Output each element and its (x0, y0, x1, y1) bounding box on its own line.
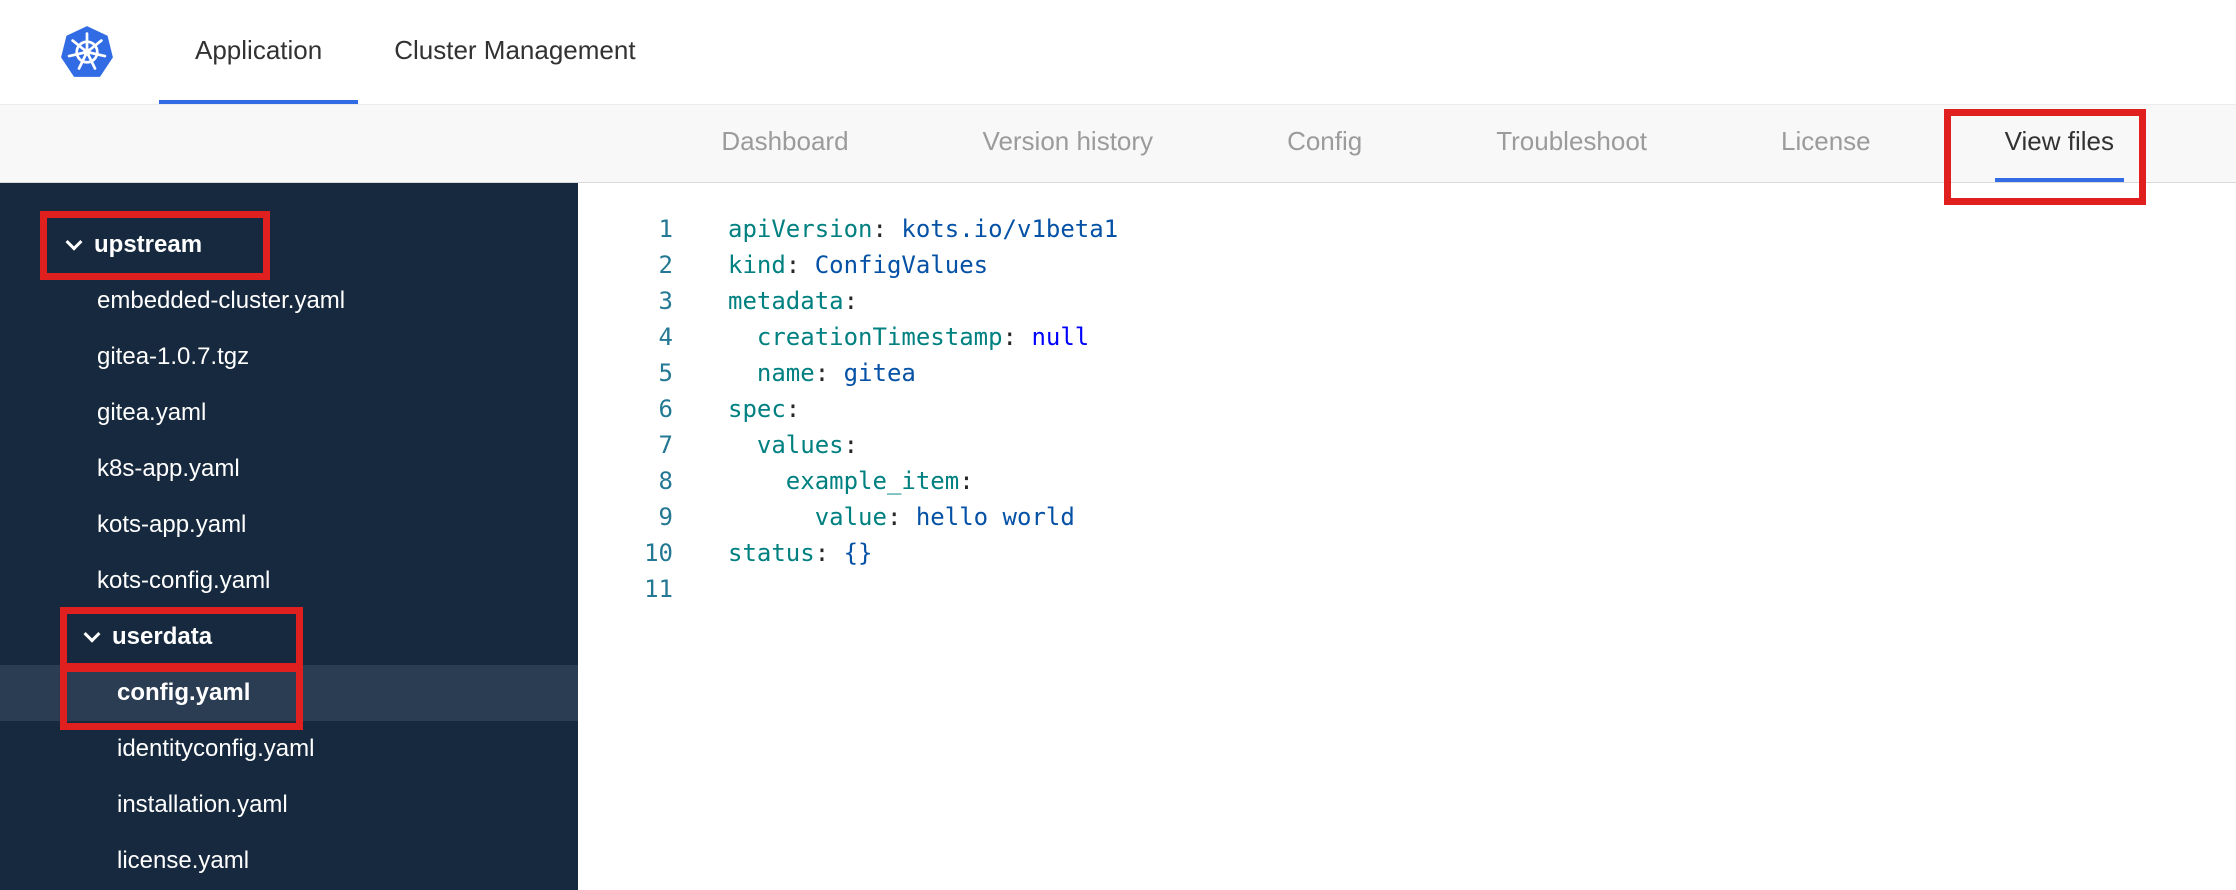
code-line: 7 values: (578, 427, 2236, 463)
line-code: values: (756, 431, 859, 459)
chevron-down-icon (65, 233, 83, 251)
line-code: value: hello world (814, 503, 1075, 531)
code-line: 3 metadata: (578, 283, 2236, 319)
tree-item-label: identityconfig.yaml (117, 735, 315, 762)
line-number: 4 (658, 323, 673, 351)
code-line: 6 spec: (578, 391, 2236, 427)
tab-cluster-management[interactable]: Cluster Management (358, 0, 671, 104)
top-header: Application Cluster Management (0, 0, 2236, 105)
line-number: 5 (658, 359, 673, 387)
line-number: 1 (658, 215, 673, 243)
line-code: metadata: (728, 287, 859, 315)
chevron-down-icon (83, 625, 101, 643)
file-embedded-cluster-yaml[interactable]: embedded-cluster.yaml (0, 273, 578, 329)
editor-lines: 1 apiVersion: kots.io/v1beta1 2 kind: Confi… (578, 211, 2236, 607)
subnav-item-dashboard[interactable]: Dashboard (711, 105, 858, 182)
file-tree: upstream embedded-cluster.yaml gitea-1.0.7… (0, 183, 578, 890)
tree-item-label: gitea-1.0.7.tgz (97, 343, 250, 370)
code-line: 2 kind: ConfigValues (578, 247, 2236, 283)
tree-item-label: k8s-app.yaml (97, 455, 240, 482)
code-editor[interactable]: 1 apiVersion: kots.io/v1beta1 2 kind: Confi… (578, 183, 2236, 890)
tree-item-label: gitea.yaml (97, 399, 207, 426)
file-kots-config-yaml[interactable]: kots-config.yaml (0, 553, 578, 609)
app-tabs: Application Cluster Management (159, 0, 672, 104)
tree-item-label: userdata (112, 623, 213, 650)
tree-item-label: upstream (94, 231, 203, 258)
line-number: 7 (658, 431, 673, 459)
tree-item-label: config.yaml (117, 679, 251, 706)
code-line: 4 creationTimestamp: null (578, 319, 2236, 355)
file-k8s-app-yaml[interactable]: k8s-app.yaml (0, 441, 578, 497)
line-number: 6 (658, 395, 673, 423)
line-code: status: {} (728, 539, 873, 567)
folder-upstream[interactable]: upstream (0, 217, 578, 273)
line-code: kind: ConfigValues (728, 251, 989, 279)
file-gitea-yaml[interactable]: gitea.yaml (0, 385, 578, 441)
subnav-item-config[interactable]: Config (1277, 105, 1372, 182)
kubernetes-logo (60, 0, 114, 104)
line-number: 9 (658, 503, 673, 531)
line-code: creationTimestamp: null (756, 323, 1090, 351)
code-line: 1 apiVersion: kots.io/v1beta1 (578, 211, 2236, 247)
line-code: apiVersion: kots.io/v1beta1 (728, 215, 1119, 243)
subnav-item-view-files[interactable]: View files (1994, 105, 2124, 182)
tree-item-label: kots-config.yaml (97, 567, 271, 594)
line-number: 10 (644, 539, 673, 567)
folder-userdata[interactable]: userdata (0, 609, 578, 665)
line-code: example_item: (785, 467, 974, 495)
tree-item-label: license.yaml (117, 847, 250, 874)
file-installation-yaml[interactable]: installation.yaml (0, 777, 578, 833)
subnav-item-version-history[interactable]: Version history (973, 105, 1164, 182)
tree-item-label: installation.yaml (117, 791, 288, 818)
file-gitea-1-0-7-tgz[interactable]: gitea-1.0.7.tgz (0, 329, 578, 385)
line-number: 11 (644, 575, 673, 603)
code-line: 5 name: gitea (578, 355, 2236, 391)
line-code: spec: (728, 395, 801, 423)
kots-admin-console: Application Cluster Management Dashboard… (0, 0, 2236, 890)
file-kots-app-yaml[interactable]: kots-app.yaml (0, 497, 578, 553)
file-license-yaml[interactable]: license.yaml (0, 833, 578, 889)
tab-application[interactable]: Application (159, 0, 359, 104)
main-content: upstream embedded-cluster.yaml gitea-1.0.7… (0, 183, 2236, 890)
code-line: 9 value: hello world (578, 499, 2236, 535)
subnav-item-license[interactable]: License (1771, 105, 1881, 182)
file-identityconfig-yaml[interactable]: identityconfig.yaml (0, 721, 578, 777)
kubernetes-helm-wheel-icon (61, 26, 113, 77)
tree-item-label: embedded-cluster.yaml (97, 287, 346, 314)
line-number: 8 (658, 467, 673, 495)
subnav-item-troubleshoot[interactable]: Troubleshoot (1486, 105, 1657, 182)
subnav: Dashboard Version history Config Troublesho… (0, 105, 2236, 183)
code-line: 11 (578, 571, 2236, 607)
tree-item-label: kots-app.yaml (97, 511, 247, 538)
line-code: name: gitea (756, 359, 916, 387)
code-line: 8 example_item: (578, 463, 2236, 499)
code-line: 10 status: {} (578, 535, 2236, 571)
file-config-yaml[interactable]: config.yaml (0, 665, 578, 721)
line-number: 2 (658, 251, 673, 279)
line-number: 3 (658, 287, 673, 315)
